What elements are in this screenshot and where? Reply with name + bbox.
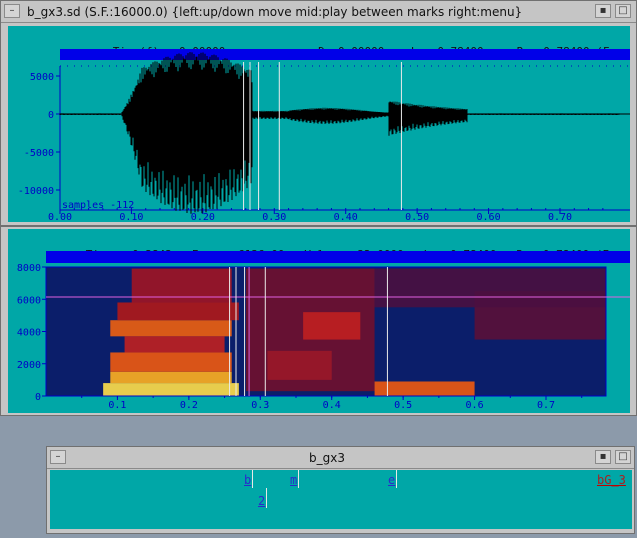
spectrogram-energy	[303, 312, 361, 340]
waveform-y-tick-label: 0	[48, 110, 54, 121]
label-m[interactable]: m	[290, 473, 297, 487]
spectrogram-energy	[374, 381, 475, 396]
waveform-plot[interactable]: 5000 0 -5000 -10000 0.00 0.10 0.20 0.30 0.40 0.50…	[8, 26, 630, 222]
window-menu-icon: –	[9, 5, 15, 16]
spectrogram-plot[interactable]: 8000 6000 4000 2000 0 0.1 0.2 0.3 0.4 0.5 0.6 0.7	[8, 229, 630, 413]
spectrogram-energy	[267, 350, 332, 380]
waveform-window-title: b_gx3.sd (S.F.:16000.0) {left:up/down mo…	[27, 5, 523, 19]
spectrogram-x-tick-label: 0.5	[394, 400, 412, 411]
label-2-marker	[266, 488, 267, 508]
spectrogram-energy	[374, 268, 606, 308]
label-pane[interactable]: b m e 2 bG_3	[50, 470, 632, 529]
label-maximize-icon: □	[618, 451, 628, 462]
spectrogram-x-tick-label: 0.7	[537, 400, 555, 411]
waveform-x-tick-label: 0.20	[191, 212, 215, 222]
waveform-y-tick-label: -10000	[18, 186, 54, 197]
spectrogram-energy	[110, 352, 232, 372]
label-minimize-icon: ▪	[599, 451, 607, 462]
spectrogram-y-tick-label: 2000	[17, 360, 41, 371]
minimize-button[interactable]: ▪	[595, 4, 611, 18]
waveform-x-tick-label: 0.70	[548, 212, 572, 222]
spectrogram-energy	[124, 336, 225, 353]
label-2[interactable]: 2	[258, 494, 265, 508]
label-window-menu-button[interactable]: –	[50, 450, 66, 464]
waveform-x-tick-label: 0.60	[477, 212, 501, 222]
waveform-y-tick-label: -5000	[24, 148, 54, 159]
waveform-y-tick-label: 5000	[30, 72, 54, 83]
waveform-x-tick-label: 0.30	[262, 212, 286, 222]
spectrogram-y-tick-label: 8000	[17, 263, 41, 274]
spectrogram-x-tick-label: 0.2	[180, 400, 198, 411]
label-m-marker	[298, 470, 299, 488]
waveform-window: – b_gx3.sd (S.F.:16000.0) {left:up/down …	[0, 0, 637, 226]
label-maximize-button[interactable]: □	[615, 450, 631, 464]
minimize-icon: ▪	[599, 5, 607, 16]
spectrogram-y-tick-label: 6000	[17, 295, 41, 306]
spectrogram-pane[interactable]: Time: 0.2843 Freq: 6136.00 Value: 32 000…	[8, 229, 630, 413]
spectrogram-energy	[117, 302, 239, 321]
spectrogram-energy	[103, 383, 239, 396]
waveform-titlebar[interactable]: – b_gx3.sd (S.F.:16000.0) {left:up/down …	[1, 1, 636, 23]
samples-readout: samples -112	[62, 200, 134, 211]
waveform-x-tick-label: 0.10	[119, 212, 143, 222]
waveform-trace	[59, 52, 620, 214]
label-window-title: b_gx3	[309, 451, 345, 465]
label-b[interactable]: b	[244, 473, 251, 487]
spectrogram-y-tick-label: 4000	[17, 328, 41, 339]
spectrogram-x-tick-label: 0.6	[466, 400, 484, 411]
waveform-pane[interactable]: Time(f): 0.00000sec D: 0.00000 L: 0.7840…	[8, 26, 630, 222]
spectrogram-energy	[110, 320, 232, 337]
maximize-button[interactable]: □	[615, 4, 631, 18]
label-e[interactable]: e	[388, 473, 395, 487]
label-window: – b_gx3 ▪ □ b m e 2 bG_3	[46, 446, 635, 534]
maximize-icon: □	[618, 5, 628, 16]
label-b-marker	[252, 470, 253, 488]
label-titlebar[interactable]: – b_gx3 ▪ □	[47, 447, 634, 469]
waveform-x-tick-label: 0.40	[334, 212, 358, 222]
label-bG-3[interactable]: bG_3	[597, 473, 626, 487]
label-window-menu-icon: –	[55, 451, 61, 462]
label-e-marker	[396, 470, 397, 488]
spectrogram-window: Time: 0.2843 Freq: 6136.00 Value: 32 000…	[0, 226, 637, 416]
window-menu-button[interactable]: –	[4, 4, 20, 18]
spectrogram-x-tick-label: 0.1	[108, 400, 126, 411]
waveform-x-tick-label: 0.00	[48, 212, 72, 222]
spectrogram-energy	[110, 371, 232, 384]
spectrogram-x-tick-label: 0.4	[323, 400, 341, 411]
waveform-x-tick-label: 0.50	[405, 212, 429, 222]
spectrogram-x-tick-label: 0.3	[251, 400, 269, 411]
spectrogram-y-tick-label: 0	[35, 392, 41, 403]
label-minimize-button[interactable]: ▪	[595, 450, 611, 464]
